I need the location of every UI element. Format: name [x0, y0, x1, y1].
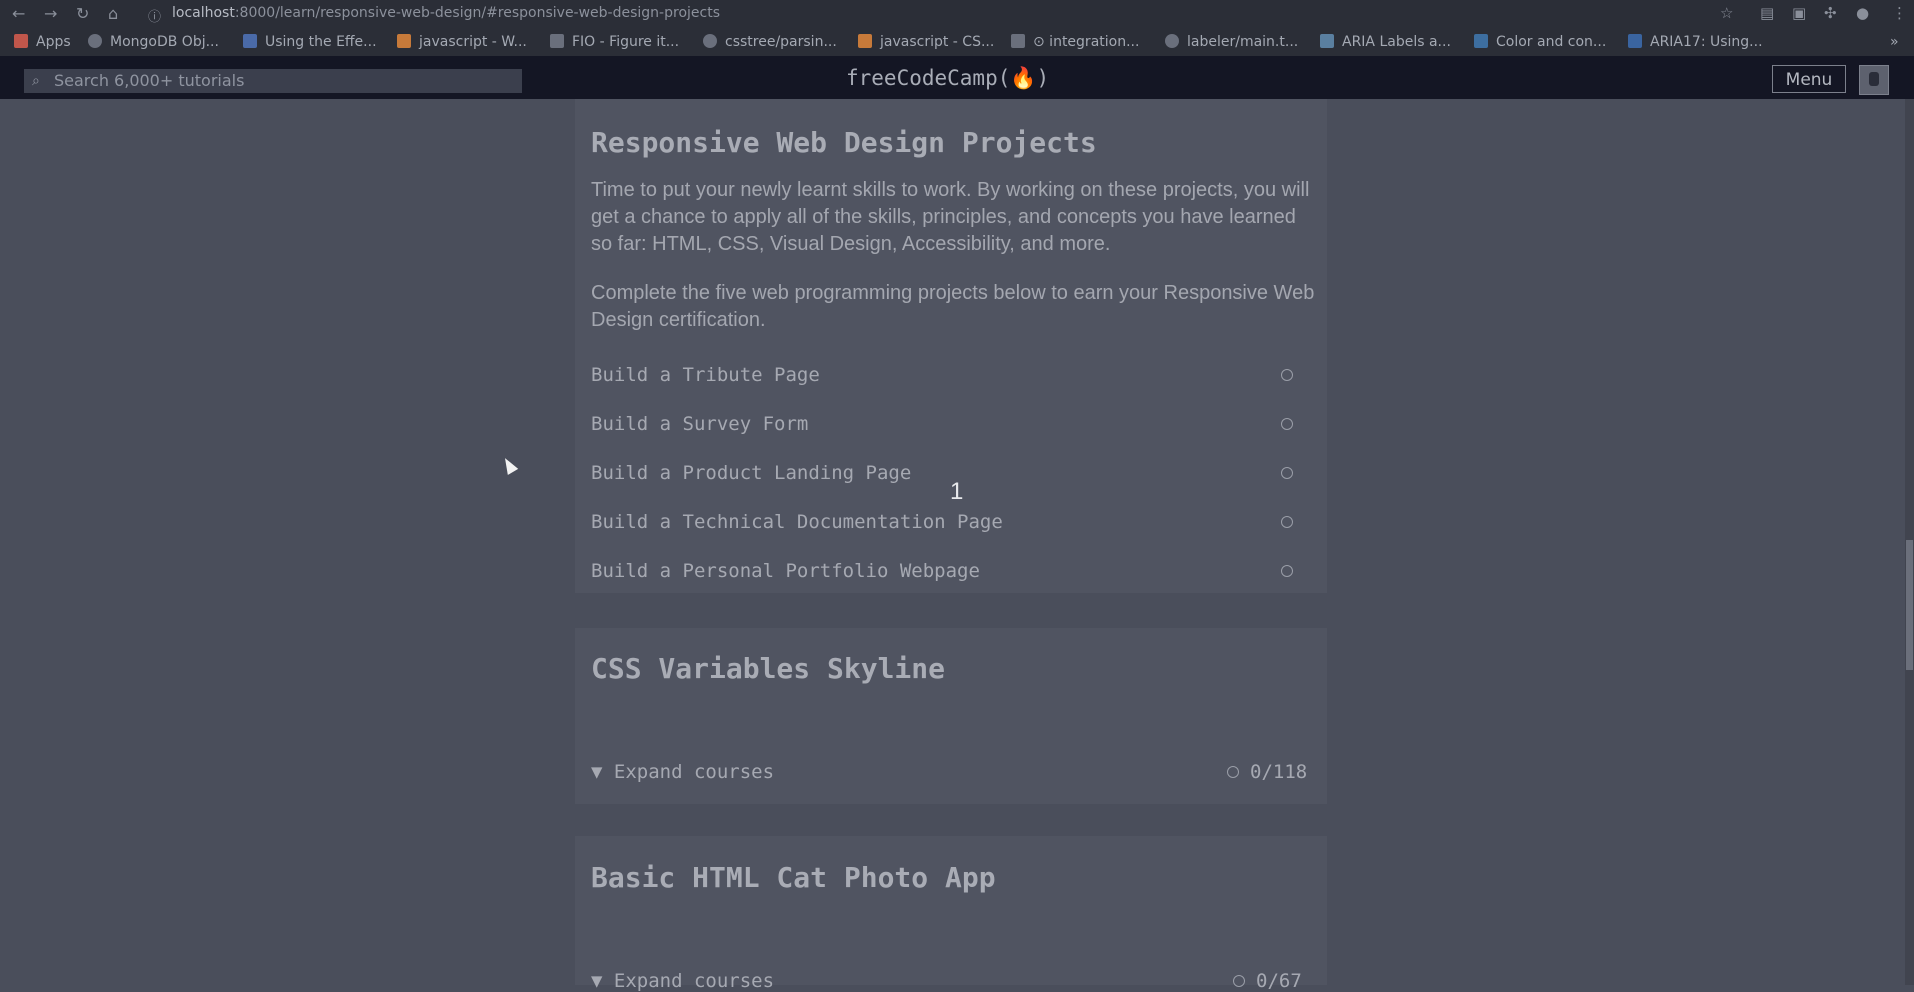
block-title: Basic HTML Cat Photo App: [591, 861, 996, 894]
incomplete-circle-icon: [1281, 516, 1293, 528]
code-icon: [1320, 34, 1334, 48]
kebab-menu-icon[interactable]: ⋮: [1892, 4, 1907, 22]
fio-icon: [550, 34, 564, 48]
mouse-cursor-icon: [499, 455, 519, 475]
stackoverflow-icon: [858, 34, 872, 48]
incomplete-circle-icon: [1281, 467, 1293, 479]
incomplete-circle-icon: [1281, 565, 1293, 577]
reload-icon[interactable]: ↻: [76, 4, 89, 23]
menu-button[interactable]: Menu: [1772, 65, 1846, 93]
overlay-badge: 1: [950, 478, 964, 505]
terminal-icon: [1474, 34, 1488, 48]
block-progress: 0/118: [1250, 761, 1308, 783]
avatar[interactable]: [1859, 65, 1889, 95]
extension-p-icon[interactable]: ▣: [1792, 4, 1806, 22]
bookmark-item[interactable]: javascript - CS...: [858, 34, 994, 50]
bookmark-item[interactable]: ARIA17: Using...: [1628, 34, 1763, 50]
mongodb-icon: [88, 34, 102, 48]
block-card: [575, 836, 1327, 985]
info-icon[interactable]: ⓘ: [148, 6, 161, 25]
block-title: CSS Variables Skyline: [591, 652, 946, 685]
bookmark-item[interactable]: ARIA Labels a...: [1320, 34, 1451, 50]
scrollbar-thumb[interactable]: [1906, 540, 1913, 670]
incomplete-circle-icon: [1281, 369, 1293, 381]
project-link[interactable]: Build a Product Landing Page: [591, 462, 911, 484]
home-icon[interactable]: ⌂: [108, 4, 118, 23]
incomplete-circle-icon: [1281, 418, 1293, 430]
back-icon[interactable]: ←: [12, 4, 25, 23]
site-logo[interactable]: freeCodeCamp(🔥): [846, 66, 1049, 91]
star-icon[interactable]: ☆: [1720, 4, 1733, 22]
browser-toolbar: ← → ↻ ⌂ ⓘ localhost:8000/learn/responsiv…: [0, 0, 1914, 28]
page-icon: [243, 34, 257, 48]
incomplete-circle-icon: [1227, 766, 1239, 778]
bookmark-item[interactable]: ⊙ integration...: [1011, 34, 1139, 50]
extension-icon[interactable]: ▤: [1760, 4, 1774, 22]
project-link[interactable]: Build a Survey Form: [591, 413, 808, 435]
bookmark-item[interactable]: labeler/main.t...: [1165, 34, 1298, 50]
bookmark-item[interactable]: Color and con...: [1474, 34, 1606, 50]
stackoverflow-icon: [397, 34, 411, 48]
bookmark-item[interactable]: javascript - W...: [397, 34, 527, 50]
page-icon: [1011, 34, 1025, 48]
block-instructions: Complete the five web programming projec…: [591, 282, 1315, 331]
project-link[interactable]: Build a Personal Portfolio Webpage: [591, 560, 980, 582]
block-progress: 0/67: [1256, 970, 1302, 992]
bookmark-item[interactable]: FIO - Figure it...: [550, 34, 679, 50]
bookmark-item[interactable]: csstree/parsin...: [703, 34, 837, 50]
github-icon: [1165, 34, 1179, 48]
github-icon: [703, 34, 717, 48]
bookmark-item[interactable]: Using the Effe...: [243, 34, 377, 50]
more-bookmarks-icon[interactable]: »: [1890, 34, 1899, 50]
bookmark-item[interactable]: MongoDB Obj...: [88, 34, 219, 50]
expand-courses-button[interactable]: ▼ Expand courses: [591, 970, 774, 992]
incomplete-circle-icon: [1233, 975, 1245, 987]
w3c-icon: [1628, 34, 1642, 48]
project-link[interactable]: Build a Technical Documentation Page: [591, 511, 1003, 533]
search-input[interactable]: ⌕ Search 6,000+ tutorials: [24, 69, 522, 93]
apps-grid-icon: [14, 34, 28, 48]
puzzle-icon[interactable]: ✣: [1824, 4, 1837, 22]
profile-icon[interactable]: ●: [1856, 4, 1869, 22]
expand-courses-button[interactable]: ▼ Expand courses: [591, 761, 774, 783]
block-title: Responsive Web Design Projects: [591, 126, 1097, 159]
site-navbar: ⌕ Search 6,000+ tutorials freeCodeCamp(🔥…: [0, 56, 1914, 99]
forward-icon[interactable]: →: [44, 4, 57, 23]
bookmarks-bar: Apps MongoDB Obj... Using the Effe... ja…: [0, 28, 1914, 56]
block-intro: Time to put your newly learnt skills to …: [591, 179, 1310, 255]
bookmark-item[interactable]: Apps: [14, 34, 71, 50]
search-icon: ⌕: [32, 73, 40, 89]
project-link[interactable]: Build a Tribute Page: [591, 364, 820, 386]
address-bar[interactable]: localhost:8000/learn/responsive-web-desi…: [172, 5, 720, 21]
